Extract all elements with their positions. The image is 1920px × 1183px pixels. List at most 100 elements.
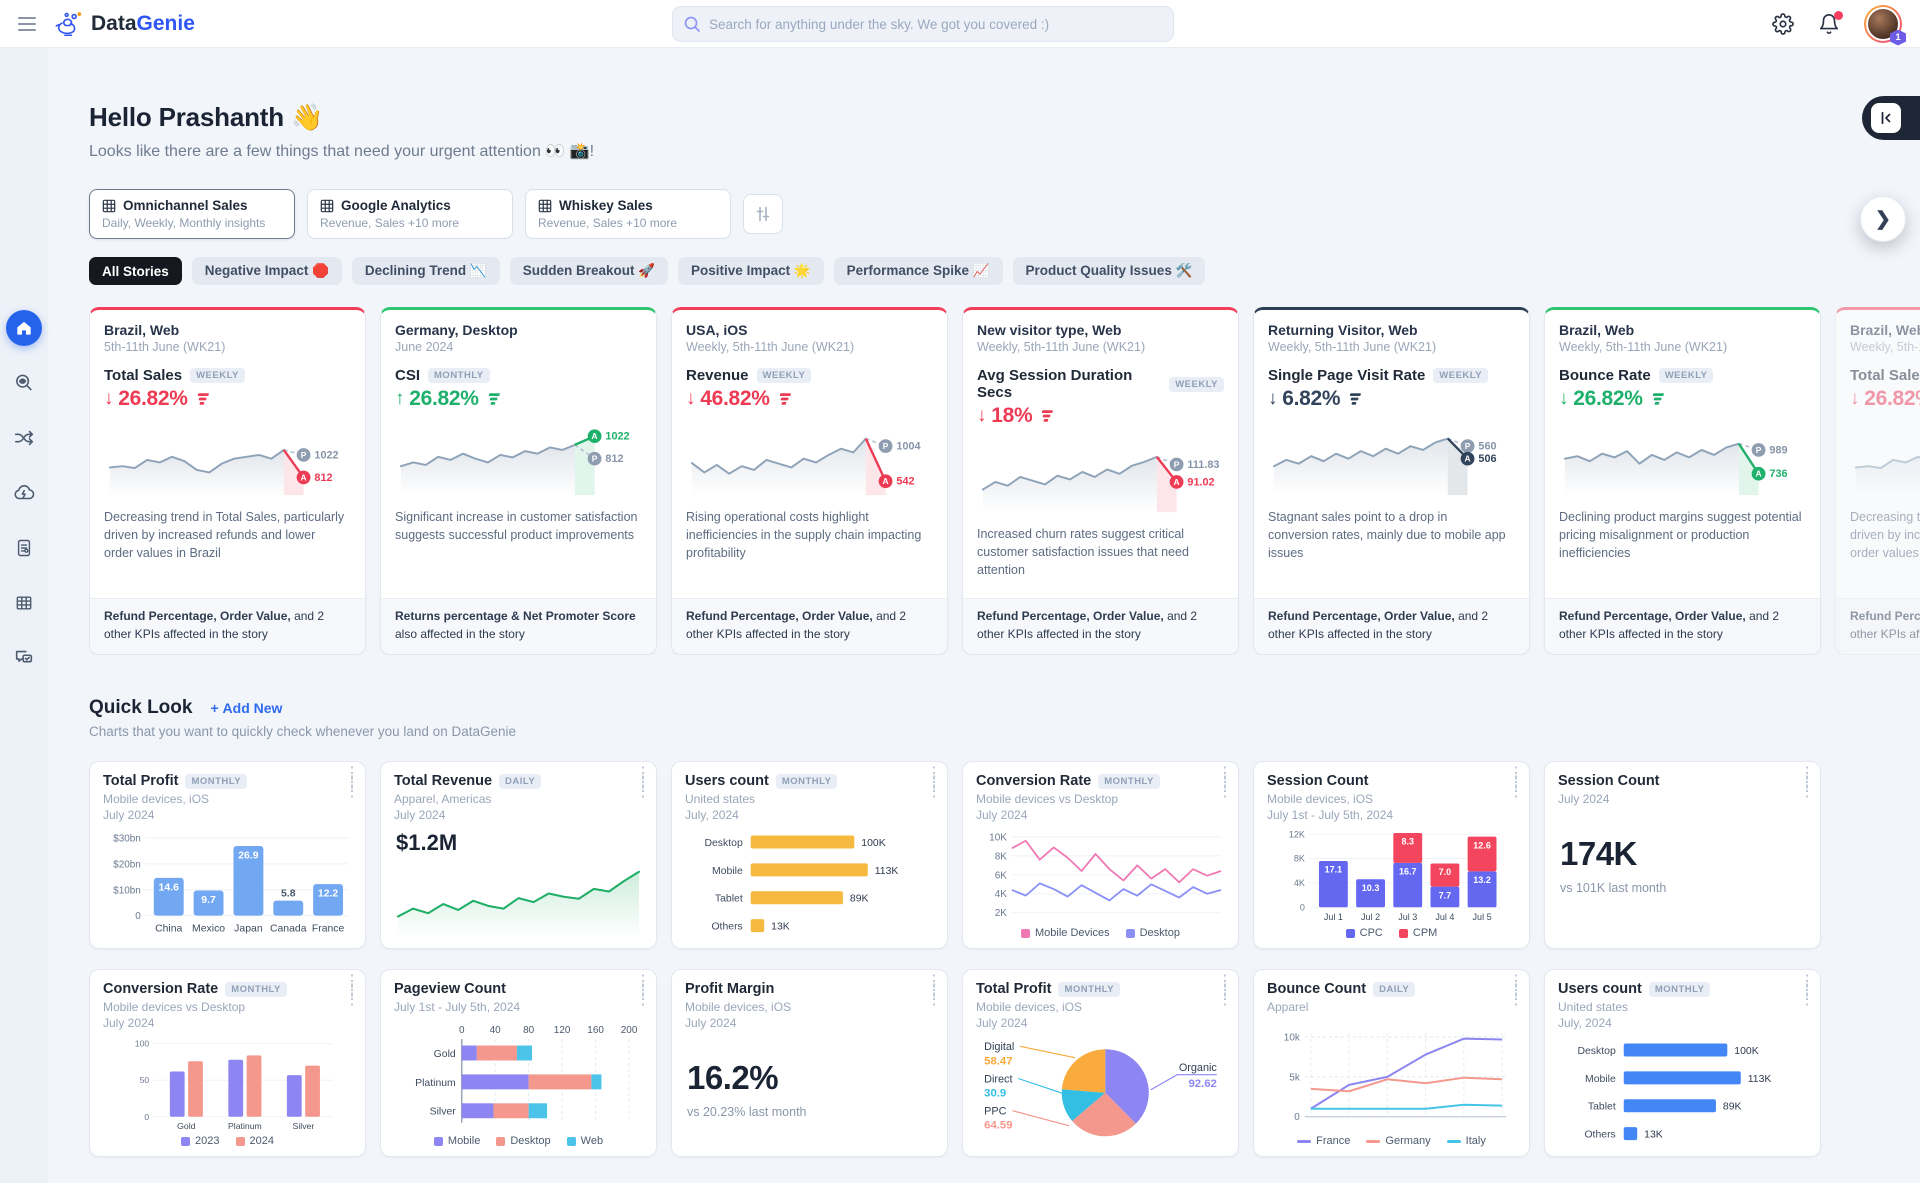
kebab-menu-icon[interactable]: ⋮⋮⋮ [926, 978, 942, 1004]
story-card-0[interactable]: Brazil, Web5th-11th June (WK21)Total Sal… [89, 307, 366, 655]
story-card-4[interactable]: Returning Visitor, WebWeekly, 5th-11th J… [1253, 307, 1530, 655]
trend-funnel-icon [775, 392, 792, 407]
quicklook-card-6[interactable]: ⋮⋮⋮Conversion RateMONTHLYMobile devices … [89, 969, 366, 1157]
kebab-menu-icon[interactable]: ⋮⋮⋮ [635, 978, 651, 1004]
svg-text:0: 0 [459, 1025, 465, 1036]
frequency-badge: DAILY [499, 774, 541, 789]
story-card-5[interactable]: Brazil, WebWeekly, 5th-11th June (WK21)B… [1544, 307, 1821, 655]
sidebar-item-home[interactable] [6, 310, 42, 346]
chart-subtitle: Apparel [1267, 999, 1516, 1015]
kebab-menu-icon[interactable]: ⋮⋮⋮ [1217, 770, 1233, 796]
sidebar-item-report[interactable] [6, 530, 42, 566]
logo-text-genie: Genie [137, 12, 195, 35]
filter-pill-0[interactable]: All Stories [89, 257, 182, 285]
svg-text:Mobile: Mobile [1585, 1074, 1616, 1085]
dataset-tab-title: Google Analytics [341, 198, 451, 213]
story-location: Germany, Desktop [395, 322, 642, 338]
svg-text:France: France [312, 924, 345, 935]
kebab-menu-icon[interactable]: ⋮⋮⋮ [1217, 978, 1233, 1004]
dataset-tab-1[interactable]: Google AnalyticsRevenue, Sales +10 more [307, 189, 513, 239]
search-input[interactable] [672, 6, 1174, 42]
story-description: Significant increase in customer satisfa… [395, 509, 642, 545]
quicklook-card-5[interactable]: ⋮⋮⋮Session CountJuly 2024174Kvs 101K las… [1544, 761, 1821, 949]
svg-text:14.6: 14.6 [159, 883, 180, 894]
story-card-2[interactable]: USA, iOSWeekly, 5th-11th June (WK21)Reve… [671, 307, 948, 655]
quicklook-card-0[interactable]: ⋮⋮⋮Total ProfitMONTHLYMobile devices, iO… [89, 761, 366, 949]
quicklook-card-1[interactable]: ⋮⋮⋮Total RevenueDAILYApparel, AmericasJu… [380, 761, 657, 949]
filter-pill-2[interactable]: Declining Trend 📉 [352, 257, 500, 285]
settings-gear-icon[interactable] [1772, 13, 1794, 35]
chart-title: Conversion Rate [976, 773, 1091, 789]
story-kpi-name: Revenue [686, 367, 749, 384]
kebab-menu-icon[interactable]: ⋮⋮⋮ [344, 770, 360, 796]
kebab-menu-icon[interactable]: ⋮⋮⋮ [1508, 978, 1524, 1004]
collapse-panel-button[interactable] [1862, 96, 1920, 140]
dataset-filter-button[interactable] [743, 194, 783, 234]
quick-look-grid: ⋮⋮⋮Total ProfitMONTHLYMobile devices, iO… [89, 761, 1920, 1183]
kebab-menu-icon[interactable]: ⋮⋮⋮ [1799, 978, 1815, 1004]
story-card-1[interactable]: Germany, DesktopJune 2024CSIMONTHLY↑26.8… [380, 307, 657, 655]
story-kpi-name: CSI [395, 367, 420, 384]
story-card-6[interactable]: Brazil, WebWeekly, 5th-11th June (WK21)T… [1835, 307, 1920, 655]
story-description: Increased churn rates suggest critical c… [977, 526, 1224, 579]
sidebar-item-shuffle[interactable] [6, 420, 42, 456]
carousel-next-button[interactable]: ❯ [1860, 196, 1906, 242]
frequency-badge: WEEKLY [1433, 368, 1488, 383]
arrow-down-icon: ↓ [686, 388, 695, 410]
story-change-value: ↓6.82% [1268, 387, 1515, 411]
kebab-menu-icon[interactable]: ⋮⋮⋮ [926, 770, 942, 796]
user-avatar[interactable]: 1 [1864, 5, 1902, 43]
svg-text:1022: 1022 [605, 431, 629, 443]
svg-text:9.7: 9.7 [201, 895, 216, 906]
svg-text:111.83: 111.83 [1187, 459, 1219, 471]
quicklook-card-4[interactable]: ⋮⋮⋮Session CountMobile devices, iOSJuly … [1253, 761, 1530, 949]
svg-text:113K: 113K [875, 866, 899, 877]
story-sparkline: PA8121022 [395, 413, 642, 501]
svg-text:P: P [1174, 459, 1180, 469]
quicklook-card-11[interactable]: ⋮⋮⋮Users countMONTHLYUnited statesJuly, … [1544, 969, 1821, 1157]
hamburger-menu-icon[interactable] [18, 17, 36, 31]
filter-pill-3[interactable]: Sudden Breakout 🚀 [510, 257, 668, 285]
sidebar-item-chat-check[interactable] [6, 640, 42, 676]
story-card-3[interactable]: New visitor type, WebWeekly, 5th-11th Ju… [962, 307, 1239, 655]
svg-text:A: A [592, 431, 598, 441]
filter-pill-5[interactable]: Performance Spike 📈 [834, 257, 1003, 285]
story-kpi-name: Avg Session Duration Secs [977, 367, 1161, 401]
dataset-tab-2[interactable]: Whiskey SalesRevenue, Sales +10 more [525, 189, 731, 239]
story-chart: PA111.8391.02 [977, 430, 1224, 518]
quicklook-card-3[interactable]: ⋮⋮⋮Conversion RateMONTHLYMobile devices … [962, 761, 1239, 949]
svg-text:Jul 1: Jul 1 [1324, 912, 1343, 922]
svg-text:542: 542 [896, 476, 914, 488]
quicklook-card-10[interactable]: ⋮⋮⋮Bounce CountDAILYApparel10k5k0FranceG… [1253, 969, 1530, 1157]
kebab-menu-icon[interactable]: ⋮⋮⋮ [635, 770, 651, 796]
svg-text:812: 812 [605, 453, 623, 465]
kebab-menu-icon[interactable]: ⋮⋮⋮ [344, 978, 360, 1004]
svg-text:Mexico: Mexico [192, 924, 225, 935]
chart-legend: Mobile DevicesDesktop [976, 923, 1225, 939]
filter-pill-4[interactable]: Positive Impact 🌟 [678, 257, 824, 285]
app-logo[interactable]: DataGenie [54, 11, 195, 37]
quicklook-card-2[interactable]: ⋮⋮⋮Users countMONTHLYUnited statesJuly, … [671, 761, 948, 949]
sidebar-item-explore[interactable] [6, 365, 42, 401]
kebab-menu-icon[interactable]: ⋮⋮⋮ [1799, 770, 1815, 796]
filter-pill-6[interactable]: Product Quality Issues 🛠️ [1013, 257, 1206, 285]
notification-bell-icon[interactable] [1818, 13, 1840, 35]
filter-pill-1[interactable]: Negative Impact 🛑 [192, 257, 342, 285]
svg-text:1004: 1004 [896, 441, 920, 453]
quicklook-card-9[interactable]: ⋮⋮⋮Total ProfitMONTHLYMobile devices, iO… [962, 969, 1239, 1157]
chart-title: Users count [685, 773, 769, 789]
dataset-tab-0[interactable]: Omnichannel SalesDaily, Weekly, Monthly … [89, 189, 295, 239]
chart-title: Total Revenue [394, 773, 492, 789]
frequency-badge: WEEKLY [757, 368, 812, 383]
table-grid-icon [102, 199, 116, 213]
svg-text:PPC: PPC [984, 1106, 1006, 1118]
quicklook-card-8[interactable]: ⋮⋮⋮Profit MarginMobile devices, iOSJuly … [671, 969, 948, 1157]
shuffle-icon [13, 427, 35, 449]
story-change-value: ↓18% [977, 404, 1224, 428]
add-new-button[interactable]: Add New [210, 700, 282, 716]
quicklook-card-7[interactable]: ⋮⋮⋮Pageview CountJuly 1st - July 5th, 20… [380, 969, 657, 1157]
sidebar-item-table[interactable] [6, 585, 42, 621]
frequency-badge: WEEKLY [190, 368, 245, 383]
sidebar-item-cloud-bolt[interactable] [6, 475, 42, 511]
kebab-menu-icon[interactable]: ⋮⋮⋮ [1508, 770, 1524, 796]
